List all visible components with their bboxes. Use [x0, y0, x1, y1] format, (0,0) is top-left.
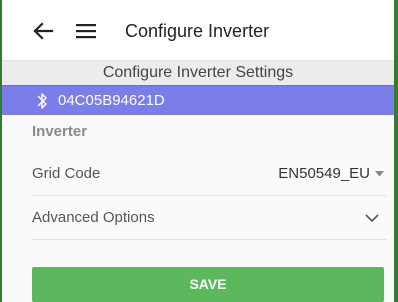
- save-button[interactable]: SAVE: [32, 267, 384, 302]
- connected-device-bar: 04C05B94621D: [2, 85, 394, 115]
- section-title: Configure Inverter Settings: [2, 61, 394, 85]
- advanced-options-label: Advanced Options: [32, 209, 155, 226]
- app-screen: Configure Inverter Configure Inverter Se…: [0, 0, 394, 302]
- grid-code-select[interactable]: Grid Code EN50549_EU: [2, 152, 394, 196]
- advanced-options-row[interactable]: Advanced Options: [2, 196, 394, 240]
- caret-down-icon[interactable]: [375, 171, 384, 177]
- app-bar: Configure Inverter: [2, 0, 394, 61]
- frame-edge-right: [394, 0, 398, 302]
- bluetooth-icon: [37, 93, 47, 109]
- chevron-down-icon[interactable]: [364, 211, 380, 225]
- device-id: 04C05B94621D: [58, 92, 165, 109]
- inverter-group-label: Inverter: [32, 123, 88, 140]
- hamburger-menu-icon[interactable]: [75, 22, 97, 40]
- arrow-left-icon[interactable]: [32, 20, 54, 42]
- grid-code-label: Grid Code: [32, 165, 101, 182]
- frame-edge-left: [0, 0, 2, 302]
- grid-code-value[interactable]: EN50549_EU: [278, 152, 370, 196]
- divider: [32, 239, 386, 240]
- page-title: Configure Inverter: [125, 21, 270, 41]
